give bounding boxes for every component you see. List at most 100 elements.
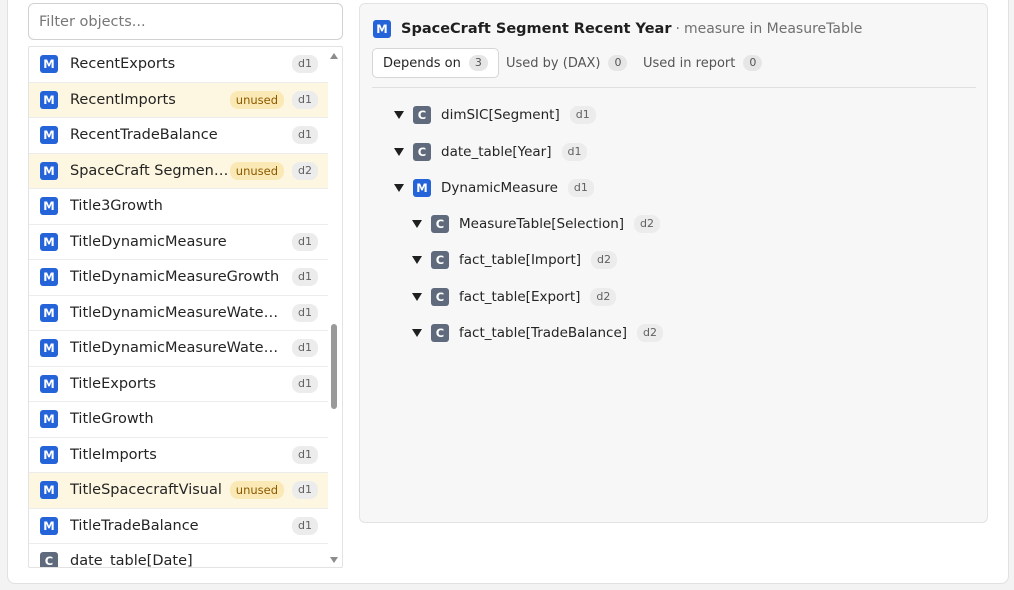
- object-list: M RecentExports d1 M RecentImports unuse…: [28, 46, 343, 568]
- list-item-name: TitleImports: [70, 446, 157, 463]
- list-item-name: TitleDynamicMeasure: [70, 233, 227, 250]
- list-item[interactable]: M RecentExports d1: [29, 47, 328, 83]
- measure-icon: M: [413, 179, 431, 197]
- depth-badge: d1: [292, 445, 318, 464]
- detail-header: M SpaceCraft Segment Recent Year · measu…: [373, 20, 862, 38]
- measure-icon: M: [40, 161, 58, 180]
- tab-used-in-report[interactable]: Used in report 0: [633, 48, 772, 78]
- list-item-name: TitleDynamicMeasureGrowth: [70, 269, 280, 286]
- list-scrollbar[interactable]: [327, 46, 341, 568]
- measure-icon: M: [40, 232, 58, 251]
- expand-triangle-icon[interactable]: [412, 220, 422, 228]
- list-item-name: Title3Growth: [70, 198, 163, 215]
- list-item-name: RecentTradeBalance: [70, 127, 218, 144]
- depth-badge: d1: [292, 232, 318, 251]
- column-icon: C: [431, 324, 449, 342]
- depth-badge: d1: [292, 90, 318, 109]
- depth-badge: d1: [561, 143, 588, 161]
- dependency-tabs: Depends on 3 Used by (DAX) 0 Used in rep…: [372, 48, 976, 88]
- tree-node[interactable]: C fact_table[Import] d2: [412, 250, 618, 270]
- unused-badge: unused: [229, 481, 285, 500]
- list-item-selected[interactable]: M SpaceCraft Segment ... unused d2: [29, 153, 328, 189]
- expand-triangle-icon[interactable]: [394, 111, 404, 119]
- list-item[interactable]: M RecentImports unused d1: [29, 82, 328, 118]
- list-item-name: date_table[Date]: [70, 553, 193, 568]
- expand-triangle-icon[interactable]: [412, 329, 422, 337]
- scroll-down-arrow-icon[interactable]: [330, 557, 338, 563]
- tree-node-label: fact_table[Import]: [459, 252, 582, 268]
- list-item-name: RecentImports: [70, 91, 176, 108]
- list-item[interactable]: C date_table[Date]: [29, 544, 328, 568]
- tree-node[interactable]: C fact_table[Export] d2: [412, 287, 617, 307]
- column-icon: C: [413, 106, 431, 124]
- list-item[interactable]: M TitleImports d1: [29, 438, 328, 473]
- measure-icon: M: [40, 55, 58, 74]
- list-item[interactable]: M Title3Growth: [29, 189, 328, 225]
- list-item[interactable]: M TitleDynamicMeasure d1: [29, 225, 328, 260]
- tree-node-label: fact_table[TradeBalance]: [459, 325, 628, 341]
- expand-triangle-icon[interactable]: [412, 256, 422, 264]
- measure-icon: M: [373, 20, 391, 38]
- list-item-name: TitleTradeBalance: [70, 517, 199, 534]
- tree-node-label: date_table[Year]: [441, 144, 552, 160]
- depth-badge: d2: [637, 324, 664, 342]
- tab-count: 3: [468, 55, 488, 71]
- unused-badge: unused: [229, 161, 285, 180]
- list-item[interactable]: M TitleTradeBalance d1: [29, 509, 328, 544]
- depth-badge: d1: [569, 106, 596, 124]
- list-item-name: TitleSpacecraftVisual: [70, 482, 222, 499]
- measure-icon: M: [40, 410, 58, 429]
- tree-node-label: fact_table[Export]: [459, 289, 581, 305]
- list-item-name: TitleDynamicMeasureWaterfall: [70, 304, 282, 321]
- depth-badge: d2: [590, 288, 617, 306]
- tab-depends-on[interactable]: Depends on 3: [372, 48, 499, 78]
- list-item-name: TitleExports: [70, 375, 157, 392]
- depth-badge: d2: [292, 161, 318, 180]
- expand-triangle-icon[interactable]: [394, 184, 404, 192]
- measure-icon: M: [40, 339, 58, 358]
- measure-icon: M: [40, 374, 58, 393]
- list-item[interactable]: M TitleSpacecraftVisual unused d1: [29, 473, 328, 509]
- depth-badge: d1: [292, 126, 318, 145]
- scroll-up-arrow-icon[interactable]: [330, 53, 338, 59]
- column-icon: C: [431, 251, 449, 269]
- tab-label: Used in report: [643, 55, 736, 71]
- measure-icon: M: [40, 516, 58, 535]
- depth-badge: d1: [292, 481, 318, 500]
- depth-badge: d1: [292, 55, 318, 74]
- list-item[interactable]: M TitleDynamicMeasureGrowth d1: [29, 260, 328, 296]
- list-item[interactable]: M TitleDynamicMeasureWaterfall d1: [29, 296, 328, 331]
- depth-badge: d1: [292, 339, 318, 358]
- column-icon: C: [431, 215, 449, 233]
- measure-icon: M: [40, 268, 58, 287]
- tree-node[interactable]: C fact_table[TradeBalance] d2: [412, 323, 664, 343]
- list-item-name: RecentExports: [70, 56, 176, 73]
- measure-icon: M: [40, 126, 58, 145]
- tree-node-label: MeasureTable[Selection]: [459, 216, 625, 232]
- list-item[interactable]: M TitleExports d1: [29, 367, 328, 402]
- tree-node[interactable]: C dimSIC[Segment] d1: [394, 105, 596, 125]
- depth-badge: d1: [567, 179, 594, 197]
- tree-node[interactable]: C MeasureTable[Selection] d2: [412, 214, 661, 234]
- depth-badge: d1: [292, 268, 318, 287]
- list-item[interactable]: M RecentTradeBalance d1: [29, 118, 328, 154]
- list-item[interactable]: M TitleDynamicMeasureWaterfall... d1: [29, 331, 328, 367]
- tab-used-by-dax[interactable]: Used by (DAX) 0: [496, 48, 637, 78]
- expand-triangle-icon[interactable]: [394, 148, 404, 156]
- depth-badge: d2: [591, 251, 618, 269]
- column-icon: C: [431, 288, 449, 306]
- filter-objects-input[interactable]: [28, 3, 343, 40]
- measure-icon: M: [40, 481, 58, 500]
- tree-node[interactable]: C date_table[Year] d1: [394, 142, 588, 162]
- detail-panel: M SpaceCraft Segment Recent Year · measu…: [359, 3, 988, 523]
- expand-triangle-icon[interactable]: [412, 293, 422, 301]
- tab-count: 0: [743, 55, 763, 71]
- list-item[interactable]: M TitleGrowth: [29, 402, 328, 438]
- depth-badge: d2: [634, 215, 661, 233]
- tree-node[interactable]: M DynamicMeasure d1: [394, 178, 594, 198]
- measure-icon: M: [40, 197, 58, 216]
- scroll-thumb[interactable]: [331, 324, 337, 409]
- column-icon: C: [413, 143, 431, 161]
- list-item-name: TitleGrowth: [70, 411, 154, 428]
- detail-separator: ·: [675, 21, 680, 37]
